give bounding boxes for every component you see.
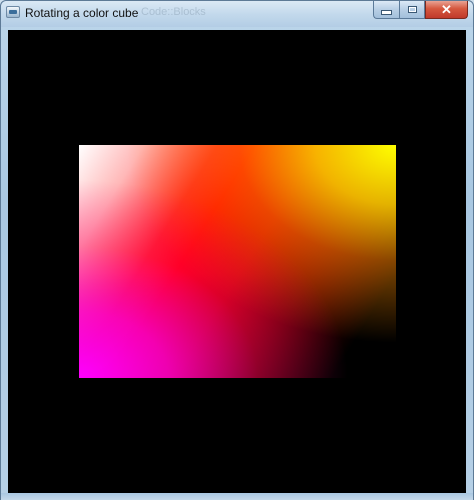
app-icon[interactable] xyxy=(6,6,20,18)
color-cube-face xyxy=(79,145,396,378)
app-window: Rotating a color cube Code::Blocks ✕ xyxy=(0,0,474,500)
caption-buttons: ✕ xyxy=(373,1,468,20)
background-window-title: Code::Blocks xyxy=(141,6,206,18)
close-button[interactable]: ✕ xyxy=(425,1,468,19)
minimize-button[interactable] xyxy=(373,1,399,19)
minimize-icon xyxy=(381,10,392,15)
window-bottom-border xyxy=(1,493,473,500)
render-canvas[interactable] xyxy=(8,30,466,493)
title-bar[interactable]: Rotating a color cube Code::Blocks ✕ xyxy=(1,1,473,27)
close-icon: ✕ xyxy=(441,2,452,17)
maximize-icon xyxy=(407,6,417,13)
maximize-button[interactable] xyxy=(399,1,425,19)
window-title: Rotating a color cube xyxy=(25,6,139,20)
